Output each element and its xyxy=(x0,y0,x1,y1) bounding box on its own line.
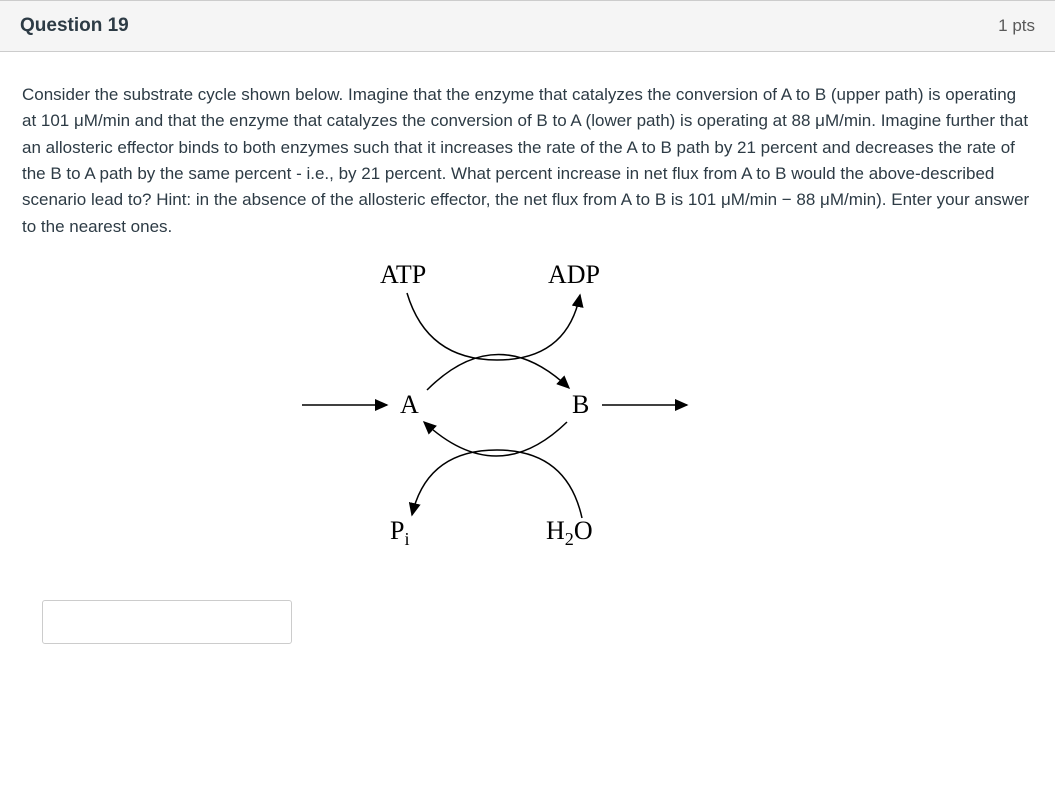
question-body: Consider the substrate cycle shown below… xyxy=(0,52,1055,669)
question-points: 1 pts xyxy=(998,16,1035,36)
diagram-svg xyxy=(252,260,692,550)
question-text: Consider the substrate cycle shown below… xyxy=(22,82,1033,240)
question-title: Question 19 xyxy=(20,15,129,37)
answer-input[interactable] xyxy=(42,600,292,644)
question-header: Question 19 1 pts xyxy=(0,0,1055,52)
substrate-cycle-diagram: ATP ADP A B Pi H2O xyxy=(252,260,692,550)
diagram-container: ATP ADP A B Pi H2O xyxy=(22,260,1033,550)
